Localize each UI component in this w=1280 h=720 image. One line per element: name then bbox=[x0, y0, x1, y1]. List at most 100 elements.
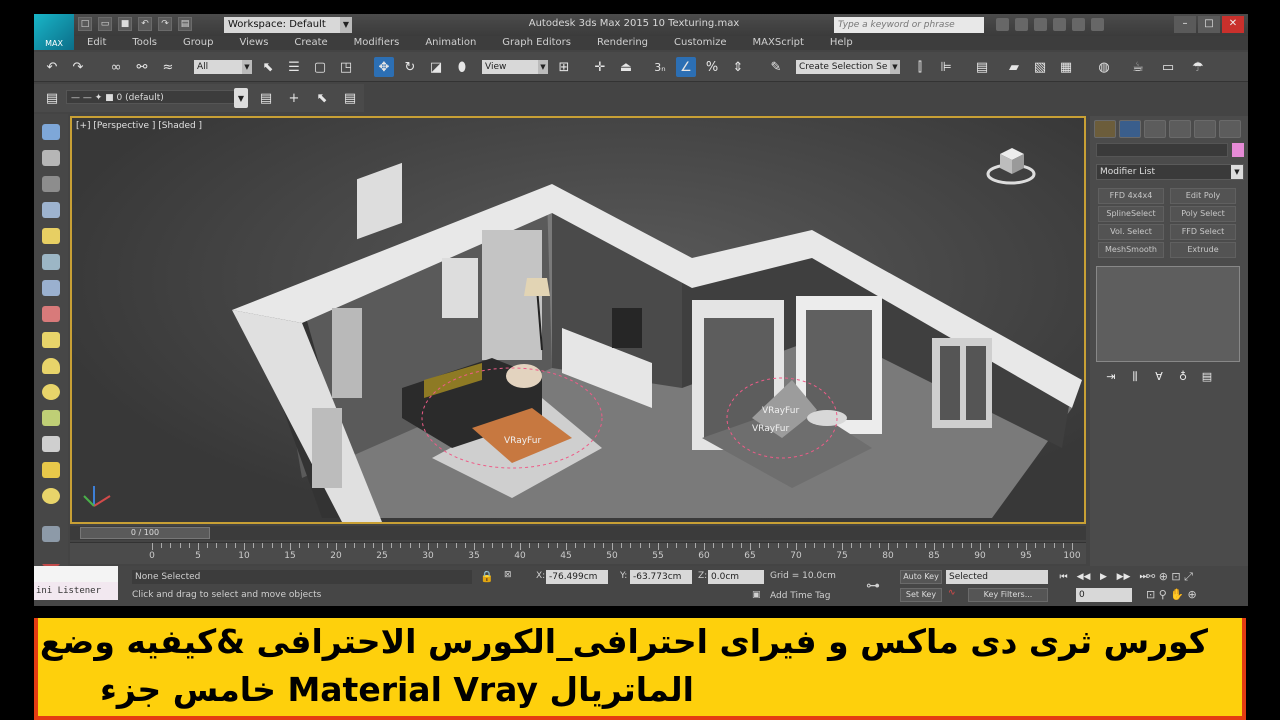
add-time-tag[interactable]: Add Time Tag bbox=[770, 591, 830, 601]
redo-icon[interactable]: ↷ bbox=[158, 17, 172, 31]
edit-named-selection-icon[interactable]: ✎ bbox=[766, 57, 786, 77]
current-frame-field[interactable]: 0 bbox=[1076, 588, 1132, 602]
go-to-start-icon[interactable]: ⏮ bbox=[1056, 570, 1071, 584]
bind-spacewarp-icon[interactable]: ≈ bbox=[158, 57, 178, 77]
maximize-button[interactable]: □ bbox=[1198, 16, 1220, 33]
tube-icon[interactable] bbox=[42, 410, 60, 426]
snaps-toggle-icon[interactable]: 3ₙ bbox=[650, 57, 670, 77]
close-icon[interactable] bbox=[1072, 18, 1085, 31]
object-color-swatch[interactable] bbox=[1232, 143, 1244, 157]
pin-stack-icon[interactable]: ⇥ bbox=[1104, 370, 1118, 384]
redo-icon[interactable]: ↷ bbox=[68, 57, 88, 77]
menu-tools[interactable]: Tools bbox=[119, 36, 170, 50]
select-and-move-icon[interactable]: ✥ bbox=[374, 57, 394, 77]
open-file-icon[interactable]: ▭ bbox=[98, 17, 112, 31]
play-icon[interactable]: ▶ bbox=[1096, 570, 1111, 584]
object-name-field[interactable] bbox=[1096, 143, 1228, 157]
help-icon[interactable] bbox=[1091, 18, 1104, 31]
dome-icon[interactable] bbox=[42, 358, 60, 374]
maxscript-listener-top[interactable] bbox=[34, 566, 118, 582]
x-coordinate-field[interactable]: -76.499cm bbox=[546, 570, 608, 584]
hierarchy-tab-icon[interactable] bbox=[1144, 120, 1166, 138]
unlink-icon[interactable]: ⚯ bbox=[132, 57, 152, 77]
helper-icon[interactable] bbox=[42, 306, 60, 322]
menu-rendering[interactable]: Rendering bbox=[584, 36, 661, 50]
star-icon[interactable] bbox=[1053, 18, 1066, 31]
workspace-dropdown[interactable]: Workspace: Default bbox=[224, 17, 352, 33]
light-icon[interactable] bbox=[42, 228, 60, 244]
menu-group[interactable]: Group bbox=[170, 36, 226, 50]
configure-sets-icon[interactable]: ▤ bbox=[1200, 370, 1214, 384]
z-coordinate-field[interactable]: 0.0cm bbox=[708, 570, 764, 584]
new-layer-icon[interactable]: ▤ bbox=[256, 88, 276, 108]
percent-snap-icon[interactable]: % bbox=[702, 57, 722, 77]
render-setup-icon[interactable]: ☕ bbox=[1128, 57, 1148, 77]
trackbar-toggle[interactable] bbox=[34, 542, 68, 564]
align-icon[interactable]: ⊫ bbox=[936, 57, 956, 77]
menu-modifiers[interactable]: Modifiers bbox=[341, 36, 413, 50]
modifier-edit-poly-button[interactable]: Edit Poly bbox=[1170, 188, 1236, 204]
binoculars-icon[interactable] bbox=[996, 18, 1009, 31]
lock-selection-icon[interactable]: 🔒 bbox=[480, 570, 494, 583]
modifier-stack[interactable] bbox=[1096, 266, 1240, 362]
modifier-extrude-button[interactable]: Extrude bbox=[1170, 242, 1236, 258]
layer-manager-icon[interactable]: ▤ bbox=[972, 57, 992, 77]
mirror-icon[interactable]: ⫿ bbox=[910, 57, 930, 77]
new-file-icon[interactable]: □ bbox=[78, 17, 92, 31]
time-slider-thumb[interactable]: 0 / 100 bbox=[80, 527, 210, 539]
rotate-icon[interactable] bbox=[42, 280, 60, 296]
previous-frame-icon[interactable]: ◀◀ bbox=[1076, 570, 1091, 584]
perspective-viewport[interactable]: [+] [Perspective ] [Shaded ] VRayFur VRa… bbox=[70, 116, 1086, 524]
auto-key-mode-dropdown[interactable]: Selected bbox=[946, 570, 1048, 584]
arrows-icon[interactable] bbox=[42, 254, 60, 270]
key-mode-icon[interactable]: ⚯ ⊕ ⊡ ⤢ bbox=[1146, 570, 1193, 584]
paint-icon[interactable] bbox=[42, 150, 60, 166]
set-key-button[interactable]: Set Key bbox=[900, 588, 942, 602]
material-editor-icon[interactable]: ◍ bbox=[1094, 57, 1114, 77]
pivot-center-icon[interactable]: ⊞ bbox=[554, 57, 574, 77]
save-icon[interactable]: ■ bbox=[118, 17, 132, 31]
keyboard-shortcut-icon[interactable]: ⏏ bbox=[616, 57, 636, 77]
create-tab-icon[interactable] bbox=[1094, 120, 1116, 138]
auto-key-button[interactable]: Auto Key bbox=[900, 570, 942, 584]
key-filters-button[interactable]: Key Filters... bbox=[968, 588, 1048, 602]
set-current-layer-icon[interactable]: ▤ bbox=[340, 88, 360, 108]
app-logo-button[interactable]: MAX bbox=[34, 14, 74, 50]
default-tangent-icon[interactable]: ∿ bbox=[948, 588, 956, 598]
add-time-tag-icon[interactable]: ▣ bbox=[752, 590, 761, 600]
rectangle-selection-icon[interactable]: ▢ bbox=[310, 57, 330, 77]
search-input[interactable]: Type a keyword or phrase bbox=[834, 17, 984, 33]
select-in-layer-icon[interactable]: ⬉ bbox=[312, 88, 332, 108]
select-and-rotate-icon[interactable]: ↻ bbox=[400, 57, 420, 77]
modifier-poly-select-button[interactable]: Poly Select bbox=[1170, 206, 1236, 222]
rendered-frame-icon[interactable]: ▭ bbox=[1158, 57, 1178, 77]
menu-edit[interactable]: Edit bbox=[74, 36, 119, 50]
menu-graph-editors[interactable]: Graph Editors bbox=[489, 36, 584, 50]
navigation-icons[interactable]: ⊡ ⚲ ✋ ⊕ bbox=[1146, 588, 1197, 601]
torus-icon[interactable] bbox=[42, 488, 60, 504]
y-coordinate-field[interactable]: -63.773cm bbox=[630, 570, 692, 584]
sun-icon[interactable] bbox=[42, 462, 60, 478]
modifier-ffd-select-button[interactable]: FFD Select bbox=[1170, 224, 1236, 240]
undo-icon[interactable]: ↶ bbox=[42, 57, 62, 77]
reference-coordinate-dropdown[interactable]: View ▼ bbox=[482, 60, 548, 74]
select-by-name-icon[interactable]: ☰ bbox=[284, 57, 304, 77]
schematic-view-icon[interactable]: ▦ bbox=[1056, 57, 1076, 77]
motion-tab-icon[interactable] bbox=[1169, 120, 1191, 138]
project-folder-icon[interactable]: ▤ bbox=[178, 17, 192, 31]
absolute-mode-icon[interactable]: ⊠ bbox=[504, 570, 512, 580]
show-end-result-icon[interactable]: ⫼ bbox=[1128, 370, 1142, 384]
layer-dropdown[interactable]: — — ✦ ■ 0 (default) bbox=[66, 90, 240, 104]
key-icon[interactable]: ⊶ bbox=[866, 578, 880, 594]
angle-snap-icon[interactable]: ∠ bbox=[676, 57, 696, 77]
minimize-button[interactable]: – bbox=[1174, 16, 1196, 33]
stairs-icon[interactable] bbox=[42, 526, 60, 542]
select-object-icon[interactable]: ⬉ bbox=[258, 57, 278, 77]
cone-icon[interactable] bbox=[42, 436, 60, 452]
key-icon[interactable] bbox=[1015, 18, 1028, 31]
menu-views[interactable]: Views bbox=[226, 36, 281, 50]
table-icon[interactable] bbox=[42, 202, 60, 218]
utilities-tab-icon[interactable] bbox=[1219, 120, 1241, 138]
render-production-icon[interactable]: ☂ bbox=[1188, 57, 1208, 77]
remove-modifier-icon[interactable]: ♁ bbox=[1176, 370, 1190, 384]
